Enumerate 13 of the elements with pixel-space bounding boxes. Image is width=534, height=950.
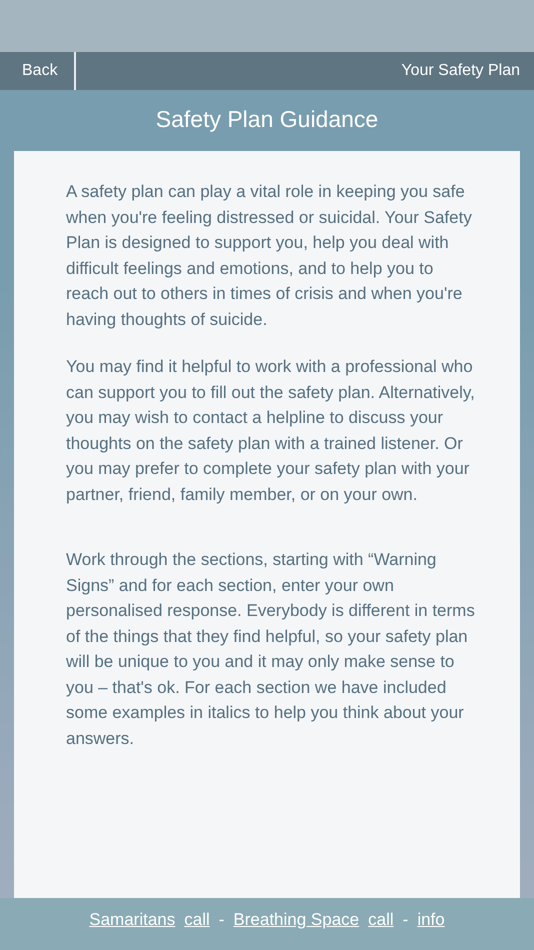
footer-link[interactable]: info: [417, 910, 445, 930]
footer-link[interactable]: call: [184, 910, 210, 930]
body-paragraph: Work through the sections, starting with “Warning Signs” and for each section, enter your own personalised response. Everybody is different in terms of the things that they find helpful, so your safety plan will be unique to you and it may only make sense to you – that's ok. For each section we have included some examples in italics to help you think about your answers.: [66, 549, 476, 750]
screen-title: Your Safety Plan: [401, 62, 520, 80]
back-button[interactable]: Back: [0, 52, 76, 90]
separator-text: -: [402, 910, 408, 930]
footer-link[interactable]: Breathing Space: [233, 910, 360, 930]
footer-link[interactable]: Samaritans: [89, 910, 176, 930]
separator-text: -: [218, 910, 224, 930]
body-paragraph: A safety plan can play a vital role in keeping you safe when you're feeling distressed or suicidal. Your Safety Plan is designed to support you, help you deal with difficult feelings and emotions, and to help you to reach out to others in times of crisis and when you're having thoughts of suicide.: [66, 181, 473, 330]
page-heading: Safety Plan Guidance: [154, 105, 380, 134]
footer-link[interactable]: call: [368, 910, 394, 930]
body-paragraph: You may find it helpful to work with a professional who can support you to fill out the safety plan. Alternatively, you may wish to contact a helpline to discuss your thoughts on the safety plan with a trained listener. Or you may prefer to complete your safety plan with your partner, friend, family member, or on your own.: [66, 356, 476, 506]
